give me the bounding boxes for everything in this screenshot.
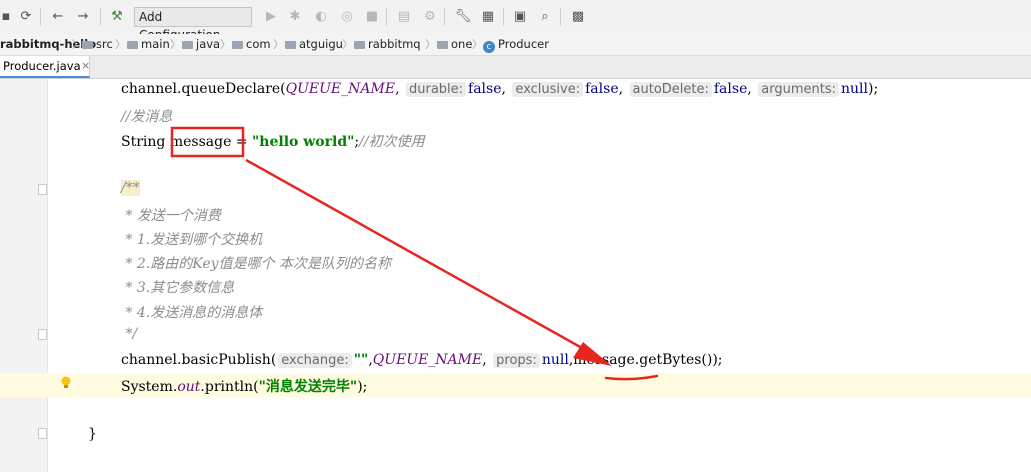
folder-icon (354, 41, 365, 49)
attach-icon[interactable]: ⚙ (422, 9, 438, 25)
chevron-right-icon: 〉 (170, 38, 181, 51)
breadcrumb-com[interactable]: com (232, 34, 271, 55)
coverage-icon[interactable]: ◐ (313, 9, 329, 25)
javadoc-line: * 发送一个消费 (121, 208, 221, 224)
build-hammer-icon[interactable]: ⚒ (109, 9, 125, 25)
breadcrumb-rabbitmq[interactable]: rabbitmq (354, 34, 421, 55)
comment-send-message: //发消息 (121, 109, 173, 125)
search-icon[interactable]: ⌕ (537, 9, 553, 25)
message-argument: message (573, 352, 635, 368)
close-icon[interactable]: × (81, 56, 90, 76)
breadcrumb-producer[interactable]: c Producer (483, 34, 549, 55)
editor-tab-bar: Producer.java × (0, 56, 1031, 79)
folder-icon (232, 41, 243, 49)
back-icon[interactable]: ← (50, 9, 66, 25)
fold-marker-icon[interactable] (38, 329, 47, 340)
sync-icon[interactable]: ⟳ (18, 9, 34, 25)
stop-icon[interactable]: ■ (364, 9, 380, 25)
javadoc-line: * 4.发送消息的消息体 (121, 305, 263, 321)
breadcrumb-main[interactable]: main (127, 34, 170, 55)
breadcrumb-atguigu[interactable]: atguigu (285, 34, 343, 55)
run-configuration-dropdown[interactable]: Add Configuration... (134, 7, 252, 42)
project-structure-icon[interactable]: ▦ (480, 9, 496, 25)
closing-brace: } (88, 426, 97, 442)
breadcrumb-one[interactable]: one (437, 34, 472, 55)
save-icon[interactable]: ▪ (0, 9, 14, 25)
forward-icon[interactable]: → (75, 9, 91, 25)
run-icon[interactable]: ▶ (263, 9, 279, 25)
terminal-icon[interactable]: ▣ (512, 9, 528, 25)
lightbulb-icon[interactable] (60, 376, 72, 390)
fold-marker-icon[interactable] (38, 428, 47, 439)
tab-producer-java[interactable]: Producer.java × (0, 56, 90, 78)
code-line-println: System.out.println("消息发送完毕"); (121, 379, 368, 395)
main-toolbar: ▪ ⟳ ← → ⚒ Add Configuration... ▶ ✱ ◐ ◎ ■… (0, 0, 1031, 42)
javadoc-line: * 2.路由的Key值是哪个 本次是队列的名称 (121, 256, 391, 272)
chevron-right-icon: 〉 (472, 38, 483, 51)
class-icon: c (483, 41, 495, 53)
code-line-basic-publish: channel.basicPublish(exchange: "",QUEUE_N… (121, 352, 723, 368)
javadoc-line: /** (121, 180, 140, 196)
toolbar-divider (503, 8, 504, 26)
chevron-right-icon: 〉 (425, 38, 436, 51)
javadoc-line: * 1.发送到哪个交换机 (121, 232, 263, 248)
toolbar-divider (444, 8, 445, 26)
folder-icon (82, 41, 93, 49)
breadcrumb: rabbitmq-hello 〉 src 〉 main 〉 java 〉 com… (0, 34, 1031, 56)
chevron-right-icon: 〉 (342, 38, 353, 51)
javadoc-line: * 3.其它参数信息 (121, 280, 235, 296)
update-icon[interactable]: ▤ (396, 9, 412, 25)
code-line-queue-declare: channel.queueDeclare(QUEUE_NAME, durable… (121, 81, 879, 97)
breadcrumb-src[interactable]: src (82, 34, 113, 55)
profile-icon[interactable]: ◎ (339, 9, 355, 25)
folder-icon (437, 41, 448, 49)
settings-wrench-icon[interactable]: 🔧︎ (455, 9, 472, 25)
folder-icon (285, 41, 296, 49)
folder-icon (182, 41, 193, 49)
chevron-right-icon: 〉 (115, 38, 126, 51)
debug-icon[interactable]: ✱ (287, 9, 303, 25)
toolbar-divider (560, 8, 561, 26)
editor-gutter (0, 79, 48, 472)
javadoc-line: */ (121, 326, 138, 342)
chevron-right-icon: 〉 (273, 38, 284, 51)
vcs-icon[interactable]: ▩ (570, 9, 586, 25)
toolbar-divider (386, 8, 387, 26)
fold-marker-icon[interactable] (38, 184, 47, 195)
code-line-string-message: String message = "hello world";//初次使用 (121, 134, 425, 150)
toolbar-divider (100, 8, 101, 26)
chevron-right-icon: 〉 (220, 38, 231, 51)
breadcrumb-java[interactable]: java (182, 34, 220, 55)
folder-icon (127, 41, 138, 49)
toolbar-divider (40, 8, 41, 26)
message-variable: message (169, 134, 232, 150)
